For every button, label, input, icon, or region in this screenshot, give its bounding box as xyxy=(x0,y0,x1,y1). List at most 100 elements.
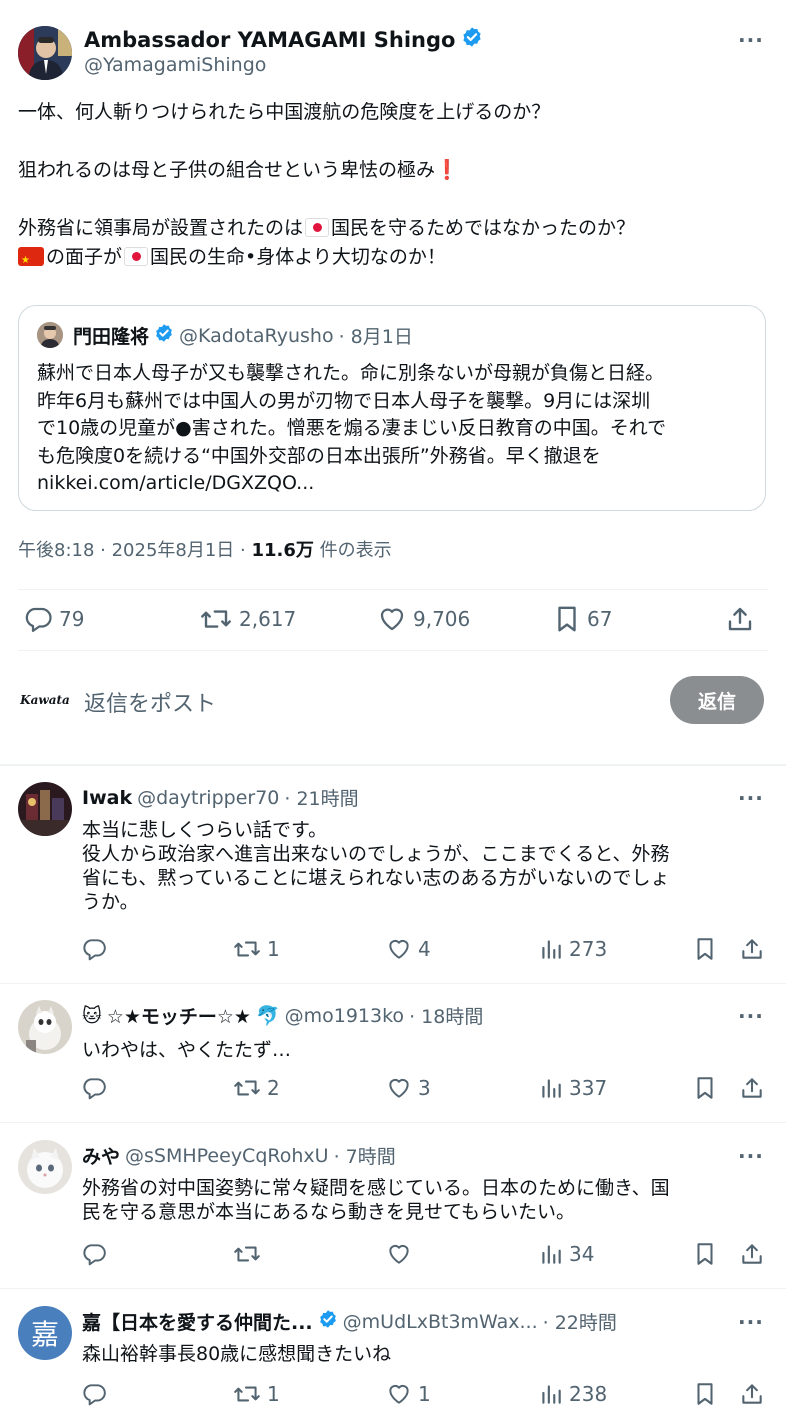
exclamation-emoji: ❗ xyxy=(435,159,459,181)
repost-count: 1 xyxy=(267,1382,280,1406)
like-count: 9,706 xyxy=(413,607,471,631)
views-count: 273 xyxy=(569,937,608,961)
repost-icon xyxy=(232,1241,262,1267)
reply-author-handle[interactable]: @mo1913ko xyxy=(285,1005,404,1027)
bookmark-action[interactable] xyxy=(692,1075,718,1101)
repost-icon xyxy=(232,936,262,962)
like-action[interactable]: 9,706 xyxy=(376,604,470,634)
reply-text: いわやは、やくたたず… xyxy=(82,1038,772,1062)
bookmark-action[interactable] xyxy=(692,1381,718,1407)
china-flag-icon xyxy=(18,246,44,275)
repost-count: 1 xyxy=(267,937,280,961)
repost-action[interactable]: 1 xyxy=(232,936,280,962)
bookmark-icon xyxy=(692,936,718,962)
reply-line: 外務省の対中国姿勢に常々疑問を感じている。日本のために働き、国 xyxy=(82,1177,670,1199)
current-user-avatar: Kawata xyxy=(20,693,70,707)
avatar[interactable] xyxy=(18,1000,72,1054)
author-avatar[interactable] xyxy=(18,26,72,80)
like-action[interactable]: 3 xyxy=(385,1075,431,1101)
reply-time[interactable]: · 7時間 xyxy=(334,1142,396,1169)
verified-badge-icon xyxy=(461,26,483,53)
quoted-tweet-card[interactable]: 門田隆将 @KadotaRyusho · 8月1日 蘇州で日本人母子が又も襲撃さ… xyxy=(18,305,766,511)
reply-icon xyxy=(22,604,54,634)
reply-author-name[interactable]: Iwak xyxy=(82,787,132,809)
quoted-date: · 8月1日 xyxy=(338,326,413,348)
quoted-line: 蘇州で日本人母子が又も襲撃された。命に別条ないが母親が負傷と日経。 xyxy=(37,362,665,384)
verified-badge-icon xyxy=(318,1309,338,1334)
reply-action[interactable]: 79 xyxy=(22,604,84,634)
reply-time[interactable]: · 22時間 xyxy=(543,1308,617,1335)
views-icon xyxy=(538,1241,564,1267)
quoted-link[interactable]: nikkei.com/article/DGXZQO... xyxy=(37,470,757,498)
reply-action[interactable] xyxy=(80,1075,108,1101)
repost-count: 2 xyxy=(267,1076,280,1100)
reply-author-handle[interactable]: @mUdLxBt3mWax... xyxy=(343,1311,538,1333)
share-action[interactable] xyxy=(738,1241,766,1267)
views-action[interactable]: 273 xyxy=(538,936,607,962)
more-dots-icon[interactable]: ··· xyxy=(738,1146,764,1166)
reply-time[interactable]: · 18時間 xyxy=(409,1002,483,1029)
like-action[interactable] xyxy=(385,1241,413,1267)
avatar[interactable] xyxy=(18,782,72,836)
repost-icon xyxy=(232,1075,262,1101)
repost-action[interactable]: 2 xyxy=(232,1075,280,1101)
tweet-line-text: 国民の生命•身体より大切なのか！ xyxy=(150,246,446,268)
reply-time[interactable]: · 21時間 xyxy=(284,784,358,811)
reply-header: Iwak @daytripper70 · 21時間 xyxy=(82,784,359,811)
repost-action[interactable]: 1 xyxy=(232,1381,280,1407)
view-label: 件の表示 xyxy=(319,540,392,561)
avatar[interactable]: 嘉 xyxy=(18,1306,72,1360)
like-action[interactable]: 4 xyxy=(385,936,431,962)
views-icon xyxy=(538,936,564,962)
more-dots-icon[interactable]: ··· xyxy=(738,788,764,808)
reply-action[interactable] xyxy=(80,1381,108,1407)
more-dots-icon[interactable]: ··· xyxy=(738,1006,764,1026)
tweet-line: 一体、何人斬りつけられたら中国渡航の危険度を上げるのか？ xyxy=(18,101,551,123)
bookmark-action[interactable] xyxy=(692,1241,718,1267)
author-name[interactable]: Ambassador YAMAGAMI Shingo xyxy=(84,28,455,52)
bookmark-icon xyxy=(692,1241,718,1267)
views-count: 238 xyxy=(569,1382,608,1406)
reply-header: 🐱 ☆★モッチー☆★ 🐬 @mo1913ko · 18時間 xyxy=(82,1002,483,1029)
repost-action[interactable]: 2,617 xyxy=(198,604,296,634)
tweet-text: 一体、何人斬りつけられたら中国渡航の危険度を上げるのか？ 狙われるのは母と子供の… xyxy=(18,98,768,275)
reply-line: 民を守る意思が本当にあるなら動きを見せてもらいたい。 xyxy=(82,1201,576,1223)
quoted-author-row: 門田隆将 @KadotaRyusho · 8月1日 xyxy=(73,322,413,349)
reply-icon xyxy=(80,1241,108,1267)
share-action[interactable] xyxy=(738,1381,766,1407)
reply-author-name[interactable]: 嘉【日本を愛する仲間た... xyxy=(82,1308,313,1335)
reply-author-handle[interactable]: @daytripper70 xyxy=(137,787,279,809)
reply-line: 本当に悲しくつらい話です。 xyxy=(82,819,328,841)
more-dots-icon[interactable]: ··· xyxy=(738,30,764,50)
more-dots-icon[interactable]: ··· xyxy=(738,1312,764,1332)
quoted-text: 蘇州で日本人母子が又も襲撃された。命に別条ないが母親が負傷と日経。 昨年6月も蘇… xyxy=(37,360,757,498)
repost-action[interactable] xyxy=(232,1241,262,1267)
author-name-row[interactable]: Ambassador YAMAGAMI Shingo xyxy=(84,26,483,53)
bookmark-action[interactable]: 67 xyxy=(552,604,612,634)
reply-line: 省にも、黙っていることに堪えられない志のある方がいないのでしょ xyxy=(82,867,670,889)
reply-text: 本当に悲しくつらい話です。 役人から政治家へ進言出来ないのでしょうが、ここまでく… xyxy=(82,818,772,914)
views-action[interactable]: 337 xyxy=(538,1075,607,1101)
reply-input[interactable]: 返信をポスト xyxy=(84,686,216,718)
reply-submit-button[interactable]: 返信 xyxy=(670,676,764,724)
bookmark-icon xyxy=(692,1075,718,1101)
author-handle[interactable]: @YamagamiShingo xyxy=(84,54,266,76)
views-action[interactable]: 34 xyxy=(538,1241,594,1267)
reply-line: いわやは、やくたたず… xyxy=(82,1039,292,1061)
bookmark-action[interactable] xyxy=(692,936,718,962)
reply-author-handle[interactable]: @sSMHPeeyCqRohxU xyxy=(125,1145,329,1167)
share-action[interactable] xyxy=(724,604,756,634)
repost-icon xyxy=(198,604,234,634)
tweet-timestamp[interactable]: 午後8:18 · 2025年8月1日 · xyxy=(18,540,246,561)
japan-flag-icon xyxy=(305,218,330,237)
share-action[interactable] xyxy=(738,1075,766,1101)
share-action[interactable] xyxy=(738,936,766,962)
reply-action[interactable] xyxy=(80,1241,108,1267)
reply-action[interactable] xyxy=(80,936,108,962)
avatar[interactable] xyxy=(18,1140,72,1194)
like-action[interactable]: 1 xyxy=(385,1381,431,1407)
views-action[interactable]: 238 xyxy=(538,1381,607,1407)
reply-author-name[interactable]: みや xyxy=(82,1142,120,1169)
japan-flag-icon xyxy=(124,247,149,266)
reply-author-name[interactable]: ☆★モッチー☆★ xyxy=(107,1002,251,1029)
